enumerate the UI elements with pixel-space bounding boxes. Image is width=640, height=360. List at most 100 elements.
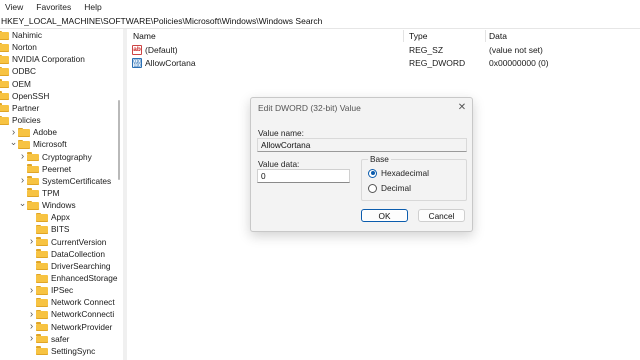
tree-item[interactable]: OEM (0, 78, 31, 90)
folder-icon (18, 139, 30, 149)
chevron-right-icon[interactable]: › (27, 236, 36, 248)
chevron-down-icon[interactable]: ⌄ (18, 197, 27, 209)
chevron-right-icon[interactable]: › (18, 175, 27, 187)
base-group: Base Hexadecimal Decimal (361, 154, 467, 201)
column-header-name[interactable]: Name (133, 29, 403, 43)
chevron-right-icon[interactable]: › (27, 333, 36, 345)
address-path[interactable]: HKEY_LOCAL_MACHINE\SOFTWARE\Policies\Mic… (1, 16, 322, 26)
tree-item[interactable]: › IPSec (27, 284, 73, 296)
folder-icon (0, 54, 9, 64)
chevron-right-icon[interactable]: › (27, 308, 36, 320)
tree-item[interactable]: DataCollection (27, 248, 105, 260)
value-data-field[interactable]: 0 (257, 169, 350, 183)
folder-icon (27, 200, 39, 210)
folder-icon (36, 249, 48, 259)
tree-item[interactable]: EnhancedStorage (27, 272, 117, 284)
tree-item[interactable]: ⌄ Windows (18, 197, 76, 211)
column-divider[interactable] (485, 30, 486, 42)
column-header-type[interactable]: Type (409, 29, 485, 43)
tree-item-label: Windows (42, 200, 76, 211)
tree-item-label: EnhancedStorage (51, 273, 118, 283)
hexadecimal-option[interactable]: Hexadecimal (368, 168, 429, 178)
value-row[interactable]: 010 110 AllowCortana REG_DWORD 0x00000000… (127, 57, 640, 69)
decimal-option[interactable]: Decimal (368, 183, 411, 193)
tree-item[interactable]: Peernet (18, 163, 71, 175)
tree-item-label: Norton (12, 42, 37, 53)
decimal-label: Decimal (381, 183, 411, 193)
tree-item[interactable]: Partner (0, 102, 39, 114)
cancel-button[interactable]: Cancel (418, 209, 465, 222)
folder-icon (0, 66, 9, 76)
tree-item[interactable]: DriverSearching (27, 260, 110, 272)
chevron-right-icon[interactable]: › (18, 151, 27, 163)
folder-icon (0, 79, 9, 89)
tree-item[interactable]: Norton (0, 41, 37, 53)
folder-icon (27, 164, 39, 174)
ok-button[interactable]: OK (361, 209, 408, 222)
tree-item[interactable]: BITS (27, 223, 69, 235)
tree-item[interactable]: OpenSSH (0, 90, 49, 102)
tree-item[interactable]: › NetworkConnecti (27, 308, 114, 320)
tree-item[interactable]: › safer (27, 333, 70, 345)
tree-item[interactable]: Network Connect (27, 296, 115, 308)
address-bar[interactable]: HKEY_LOCAL_MACHINE\SOFTWARE\Policies\Mic… (0, 13, 640, 29)
column-name-label: Name (133, 31, 156, 41)
tree-scrollbar[interactable] (118, 100, 120, 180)
tree-item-label: SettingSync (51, 345, 96, 356)
chevron-right-icon[interactable]: › (27, 284, 36, 296)
tree-item[interactable]: SettingSync (27, 345, 95, 357)
menu-favorites[interactable]: Favorites (30, 2, 78, 12)
folder-icon (36, 346, 48, 356)
folder-icon (18, 127, 30, 137)
tree-item[interactable]: › CurrentVersion (27, 236, 107, 248)
tree-item[interactable]: Appx (27, 211, 70, 223)
tree-item-label: Peernet (42, 163, 72, 174)
tree-item-label: Partner (12, 102, 40, 113)
tree-item-label: IPSec (51, 285, 74, 296)
decimal-radio[interactable] (368, 183, 377, 193)
value-name-field[interactable]: AllowCortana (257, 138, 467, 152)
chevron-down-icon[interactable]: ⌄ (9, 136, 18, 148)
hexadecimal-radio[interactable] (368, 168, 377, 178)
tree-item[interactable]: › SystemCertificates (18, 175, 111, 187)
tree-item-label: BITS (51, 224, 70, 235)
tree-item-label: ODBC (12, 66, 36, 77)
menu-view[interactable]: View (0, 2, 30, 12)
value-name-label: Value name: (258, 128, 304, 138)
menu-help[interactable]: Help (78, 2, 108, 12)
tree-item-label: Adobe (33, 127, 57, 138)
registry-tree: Nahimic Norton NVIDIA Corporation ODBC OEM Op… (0, 29, 123, 360)
tree-item-label: SystemCertificates (42, 175, 112, 186)
folder-icon (36, 309, 48, 319)
chevron-right-icon[interactable]: › (27, 321, 36, 333)
tree-item[interactable]: › NetworkProvider (27, 321, 113, 333)
tree-item[interactable]: › Cryptography (18, 151, 92, 163)
value-data-text: 0 (261, 171, 266, 181)
tree-item-label: TPM (42, 187, 60, 198)
close-icon[interactable]: ✕ (456, 101, 468, 113)
folder-icon (36, 237, 48, 247)
column-type-label: Type (409, 31, 428, 41)
tree-item[interactable]: NVIDIA Corporation (0, 53, 85, 65)
value-data-label: Value data: (258, 159, 300, 169)
column-data-label: Data (489, 31, 507, 41)
tree-item[interactable]: ⌄ Microsoft (9, 136, 67, 150)
menu-bar: View Favorites Help (0, 0, 640, 13)
tree-item[interactable]: Nahimic (0, 29, 42, 41)
column-header-data[interactable]: Data (489, 29, 629, 43)
folder-icon (36, 212, 48, 222)
tree-item[interactable]: Policies (0, 114, 41, 126)
hexadecimal-label: Hexadecimal (381, 168, 429, 178)
value-row[interactable]: ab (Default) REG_SZ (value not set) (127, 44, 640, 56)
tree-item-label: OEM (12, 78, 31, 89)
value-data: 0x00000000 (0) (489, 58, 549, 68)
tree-item-label: Cryptography (42, 151, 92, 162)
folder-icon (36, 334, 48, 344)
tree-item-label: Policies (12, 115, 41, 126)
column-divider[interactable] (403, 30, 404, 42)
tree-item[interactable]: ODBC (0, 65, 36, 77)
